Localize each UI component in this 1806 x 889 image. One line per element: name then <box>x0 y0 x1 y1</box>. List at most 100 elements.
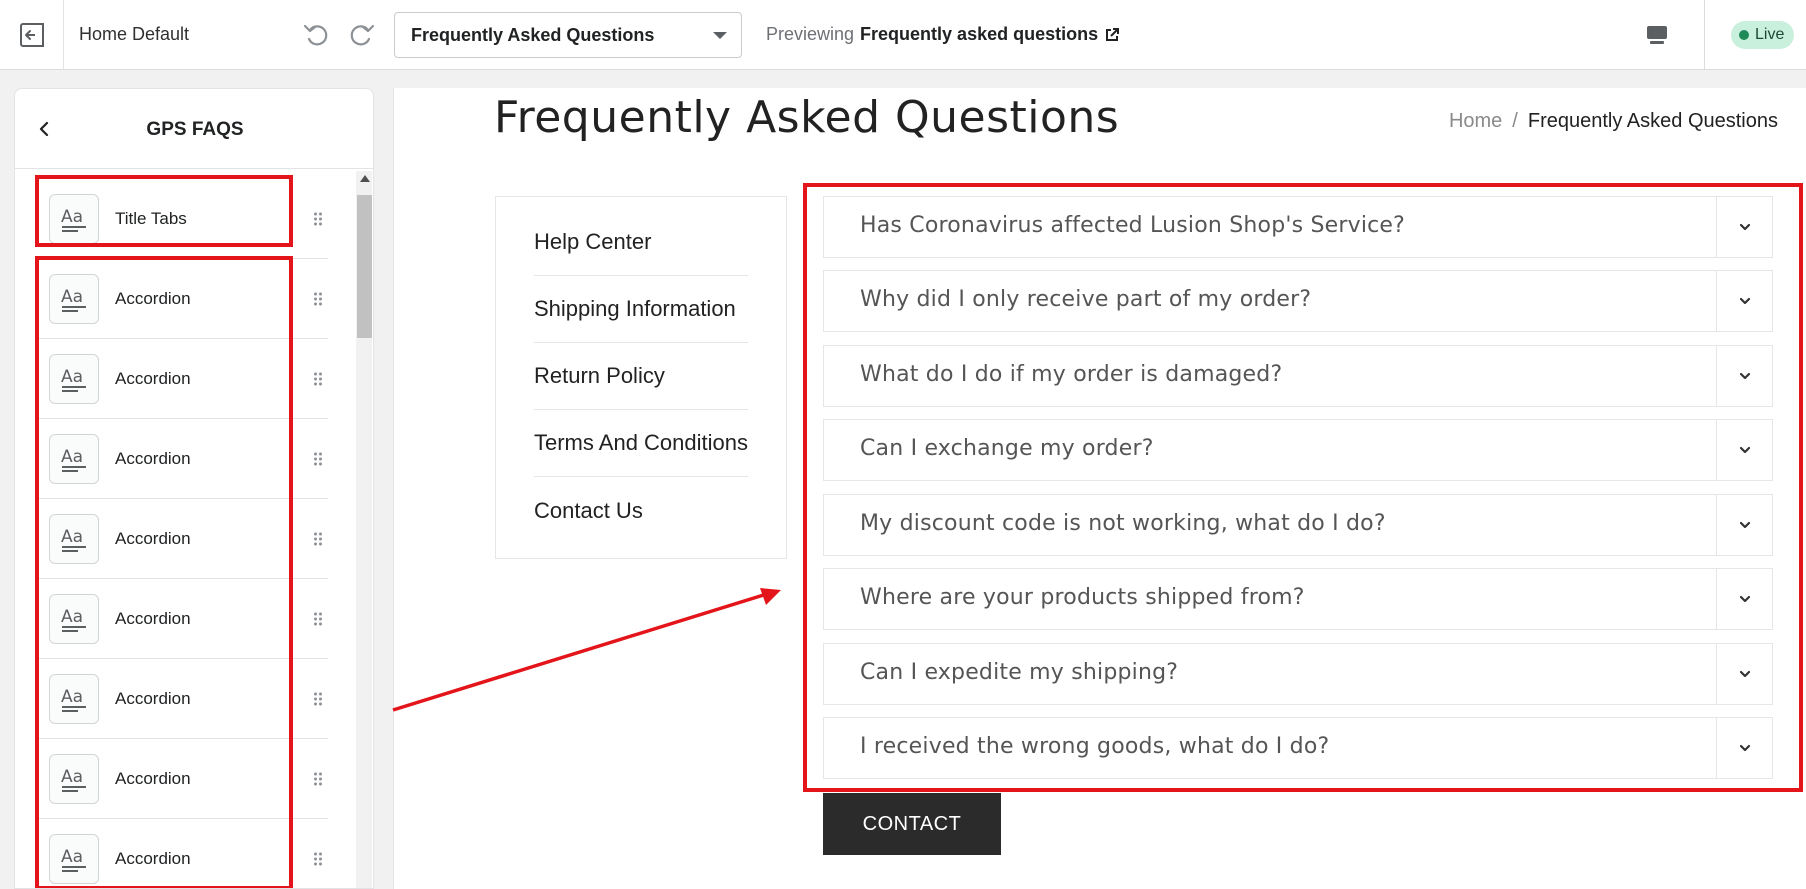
accordion-question: Why did I only receive part of my order? <box>860 287 1312 312</box>
block-item-accordion[interactable]: Aa Accordion <box>37 819 328 888</box>
svg-text:Aa: Aa <box>61 367 83 387</box>
block-item-accordion[interactable]: Aa Accordion <box>37 339 328 419</box>
drag-handle-icon[interactable] <box>313 452 323 466</box>
accordion-item[interactable]: Where are your products shipped from? <box>823 568 1773 630</box>
undo-icon <box>303 24 328 46</box>
block-item-accordion[interactable]: Aa Accordion <box>37 739 328 819</box>
panel-title: GPS FAQS <box>146 119 244 140</box>
accordion-item[interactable]: Can I exchange my order? <box>823 419 1773 481</box>
sections-panel: GPS FAQS Aa Title Tabs Aa Accordion Aa A… <box>14 88 374 889</box>
scroll-up-arrow-icon[interactable] <box>360 175 370 182</box>
nav-item-help-center[interactable]: Help Center <box>534 209 748 276</box>
accordion-toggle[interactable] <box>1716 644 1772 704</box>
page-select[interactable]: Frequently Asked Questions <box>394 12 742 58</box>
accordion-question: What do I do if my order is damaged? <box>860 362 1283 387</box>
drag-handle-icon[interactable] <box>313 292 323 306</box>
block-item-accordion[interactable]: Aa Accordion <box>37 499 328 579</box>
exit-icon <box>19 23 44 47</box>
redo-button[interactable] <box>346 18 378 50</box>
accordion-question: I received the wrong goods, what do I do… <box>860 734 1330 759</box>
block-label: Accordion <box>115 849 191 868</box>
accordion-item[interactable]: Why did I only receive part of my order? <box>823 270 1773 332</box>
chevron-down-icon <box>1739 372 1750 380</box>
block-item-accordion[interactable]: Aa Accordion <box>37 579 328 659</box>
accordion-item[interactable]: Can I expedite my shipping? <box>823 643 1773 705</box>
nav-item-return-policy[interactable]: Return Policy <box>534 343 748 410</box>
text-block-icon: Aa <box>49 434 99 484</box>
live-status-badge: Live <box>1731 21 1795 49</box>
accordion-item[interactable]: My discount code is not working, what do… <box>823 494 1773 556</box>
drag-handle-icon[interactable] <box>313 852 323 866</box>
drag-handle-icon[interactable] <box>313 212 323 226</box>
page-select-value: Frequently Asked Questions <box>411 24 655 45</box>
accordion-item[interactable]: I received the wrong goods, what do I do… <box>823 717 1773 779</box>
accordion-item[interactable]: What do I do if my order is damaged? <box>823 345 1773 407</box>
nav-item-contact-us[interactable]: Contact Us <box>534 477 748 544</box>
block-label: Accordion <box>115 769 191 788</box>
text-block-icon: Aa <box>49 594 99 644</box>
drag-handle-icon[interactable] <box>313 532 323 546</box>
svg-text:Aa: Aa <box>61 527 83 547</box>
svg-text:Aa: Aa <box>61 847 83 867</box>
caret-down-icon <box>713 32 727 39</box>
panel-scrollbar[interactable] <box>356 171 372 888</box>
accordion-toggle[interactable] <box>1716 346 1772 406</box>
undo-button[interactable] <box>300 18 332 50</box>
accordion-toggle[interactable] <box>1716 197 1772 257</box>
accordion-question: My discount code is not working, what do… <box>860 511 1386 536</box>
accordion-toggle[interactable] <box>1716 569 1772 629</box>
accordion-question: Where are your products shipped from? <box>860 585 1305 610</box>
desktop-icon <box>1647 26 1667 44</box>
drag-handle-icon[interactable] <box>313 772 323 786</box>
block-label: Accordion <box>115 529 191 548</box>
top-bar: Home Default Frequently Asked Questions … <box>0 0 1806 70</box>
contact-button[interactable]: CONTACT <box>823 793 1001 855</box>
svg-text:Aa: Aa <box>61 767 83 787</box>
drag-handle-icon[interactable] <box>313 372 323 386</box>
breadcrumb-home-link[interactable]: Home <box>1449 110 1502 133</box>
desktop-view-button[interactable] <box>1640 18 1674 52</box>
chevron-down-icon <box>1739 521 1750 529</box>
nav-item-shipping-information[interactable]: Shipping Information <box>534 276 748 343</box>
block-item-accordion[interactable]: Aa Accordion <box>37 419 328 499</box>
text-block-icon: Aa <box>49 514 99 564</box>
scroll-thumb[interactable] <box>357 195 372 338</box>
block-item-accordion[interactable]: Aa Accordion <box>37 659 328 739</box>
accordion-toggle[interactable] <box>1716 271 1772 331</box>
svg-text:Aa: Aa <box>61 687 83 707</box>
live-dot-icon <box>1739 30 1749 40</box>
drag-handle-icon[interactable] <box>313 692 323 706</box>
nav-item-terms-and-conditions[interactable]: Terms And Conditions <box>534 410 748 477</box>
accordion-item[interactable]: Has Coronavirus affected Lusion Shop's S… <box>823 196 1773 258</box>
exit-button[interactable] <box>0 0 64 70</box>
faq-side-nav: Help Center Shipping Information Return … <box>495 196 787 559</box>
drag-handle-icon[interactable] <box>313 612 323 626</box>
page-title: Frequently Asked Questions <box>494 92 1120 143</box>
breadcrumb-current: Frequently Asked Questions <box>1527 110 1778 132</box>
breadcrumb-separator: / <box>1512 110 1518 132</box>
block-item-title-tabs[interactable]: Aa Title Tabs <box>37 179 328 259</box>
accordion-toggle[interactable] <box>1716 718 1772 778</box>
text-block-icon: Aa <box>49 834 99 884</box>
external-link-icon[interactable] <box>1104 27 1120 43</box>
previewing-link[interactable]: Frequently asked questions <box>860 24 1098 45</box>
theme-name: Home Default <box>79 24 190 44</box>
block-item-accordion[interactable]: Aa Accordion <box>37 259 328 339</box>
breadcrumb: Home / Frequently Asked Questions <box>1449 110 1778 133</box>
redo-icon <box>350 24 375 46</box>
panel-header: GPS FAQS <box>15 89 373 169</box>
text-block-icon: Aa <box>49 674 99 724</box>
accordion-toggle[interactable] <box>1716 420 1772 480</box>
accordion-question: Can I exchange my order? <box>860 436 1154 461</box>
accordion-question: Can I expedite my shipping? <box>860 660 1179 685</box>
block-label: Accordion <box>115 609 191 628</box>
previewing-info: Previewing Frequently asked questions <box>766 24 1120 45</box>
text-block-icon: Aa <box>49 274 99 324</box>
chevron-down-icon <box>1739 670 1750 678</box>
svg-text:Aa: Aa <box>61 607 83 627</box>
accordion-question: Has Coronavirus affected Lusion Shop's S… <box>860 213 1406 238</box>
block-label: Accordion <box>115 289 191 308</box>
accordion-toggle[interactable] <box>1716 495 1772 555</box>
store-preview: Frequently Asked Questions Home / Freque… <box>393 88 1806 889</box>
block-label: Accordion <box>115 369 191 388</box>
